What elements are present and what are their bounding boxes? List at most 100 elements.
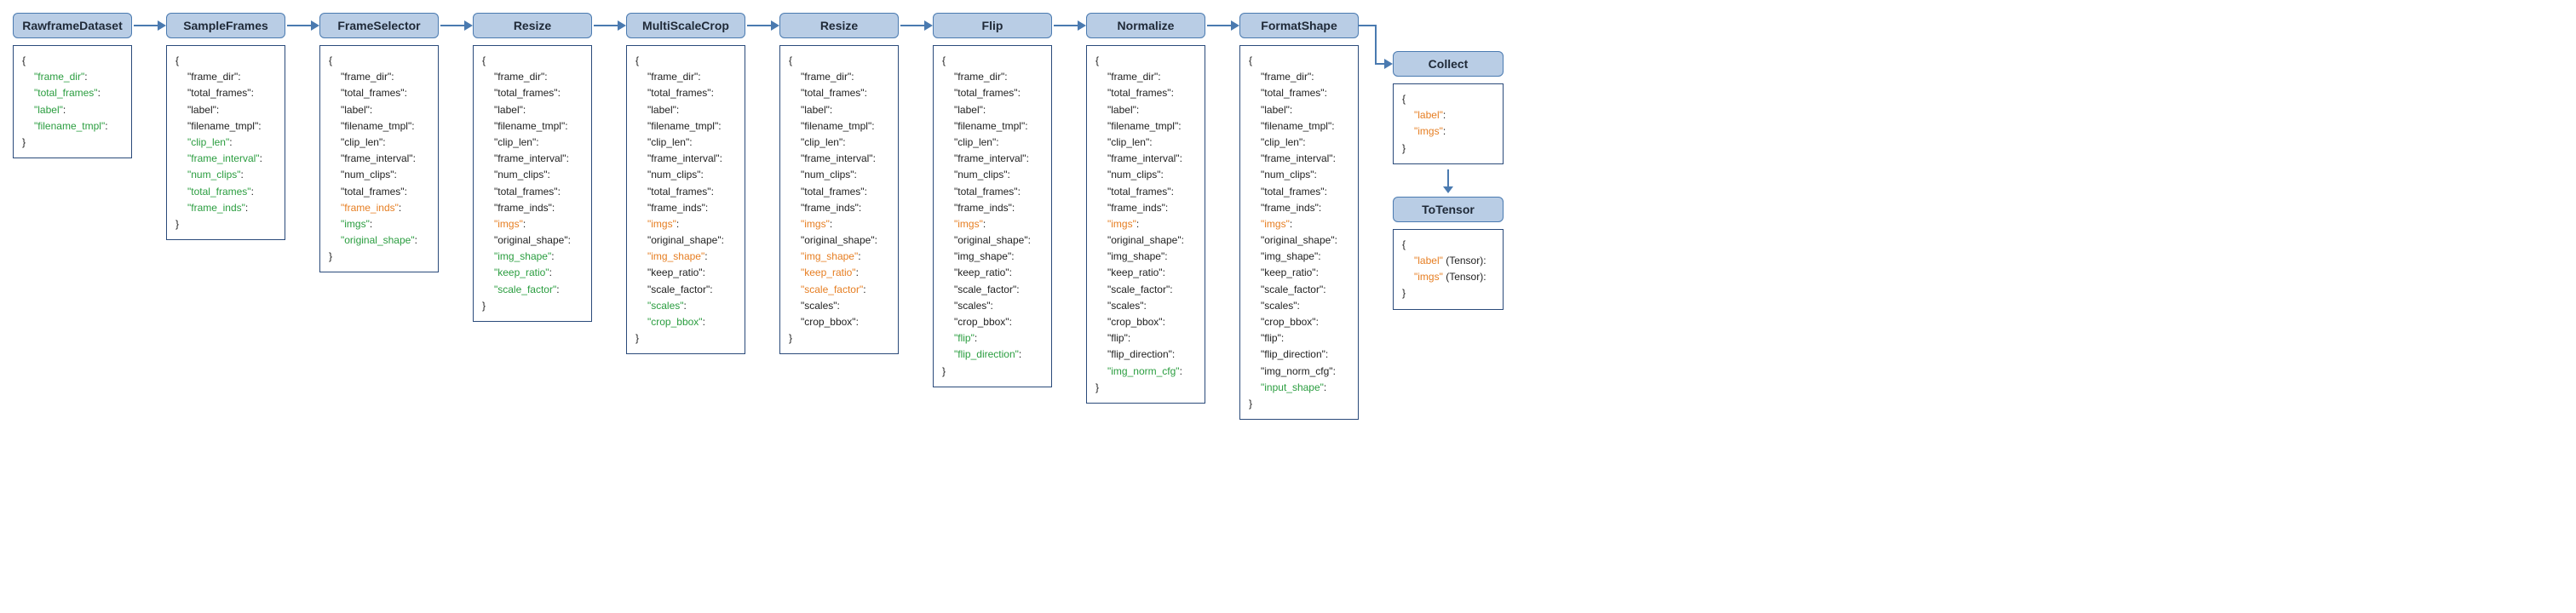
stage-rawframe: RawframeDataset {"frame_dir":"total_frame… [13, 13, 132, 158]
stage-normalize: Normalize{"frame_dir":"total_frames":"la… [1086, 13, 1205, 404]
key-normalize-flip_direction: "flip_direction": [1095, 347, 1196, 363]
key-sampleframes-clip_len: "clip_len": [175, 135, 276, 151]
key-resize1-total_frames: "total_frames": [482, 184, 583, 200]
key-normalize-scale_factor: "scale_factor": [1095, 282, 1196, 298]
key-resize2-num_clips: "num_clips": [789, 167, 889, 183]
key-rawframe-frame_dir: "frame_dir": [22, 69, 123, 85]
key-resize2-imgs: "imgs": [789, 216, 889, 232]
key-formatshape-clip_len: "clip_len": [1249, 135, 1349, 151]
key-normalize-total_frames: "total_frames": [1095, 184, 1196, 200]
stage-body-flip: {"frame_dir":"total_frames":"label":"fil… [933, 45, 1052, 387]
key-flip-frame_inds: "frame_inds": [942, 200, 1043, 216]
pipeline-row: RawframeDataset {"frame_dir":"total_frame… [13, 13, 2568, 420]
arrow-right-icon [592, 13, 626, 38]
key-normalize-original_shape: "original_shape": [1095, 232, 1196, 249]
key-multiscalecrop-original_shape: "original_shape": [635, 232, 736, 249]
key-sampleframes-total_frames: "total_frames": [175, 85, 276, 101]
key-frameselector-frame_interval: "frame_interval": [329, 151, 429, 167]
key-resize2-frame_inds: "frame_inds": [789, 200, 889, 216]
key-frameselector-frame_inds: "frame_inds": [329, 200, 429, 216]
key-resize1-img_shape: "img_shape": [482, 249, 583, 265]
key-normalize-total_frames: "total_frames": [1095, 85, 1196, 101]
key-resize2-label: "label": [789, 102, 889, 118]
key-resize2-frame_interval: "frame_interval": [789, 151, 889, 167]
key-multiscalecrop-frame_inds: "frame_inds": [635, 200, 736, 216]
key-collect-imgs: "imgs": [1402, 123, 1494, 140]
key-resize1-keep_ratio: "keep_ratio": [482, 265, 583, 281]
key-resize2-filename_tmpl: "filename_tmpl": [789, 118, 889, 135]
stage-body-sampleframes: {"frame_dir":"total_frames":"label":"fil… [166, 45, 285, 240]
arrow-right-icon [285, 13, 319, 38]
stage-sampleframes: SampleFrames {"frame_dir":"total_frames":… [166, 13, 285, 240]
key-multiscalecrop-scale_factor: "scale_factor": [635, 282, 736, 298]
key-resize2-img_shape: "img_shape": [789, 249, 889, 265]
key-flip-clip_len: "clip_len": [942, 135, 1043, 151]
key-normalize-label: "label": [1095, 102, 1196, 118]
key-formatshape-imgs: "imgs": [1249, 216, 1349, 232]
stage-header-totensor: ToTensor [1393, 197, 1504, 222]
key-resize1-frame_dir: "frame_dir": [482, 69, 583, 85]
key-multiscalecrop-filename_tmpl: "filename_tmpl": [635, 118, 736, 135]
key-frameselector-frame_dir: "frame_dir": [329, 69, 429, 85]
stage-body-resize1: {"frame_dir":"total_frames":"label":"fil… [473, 45, 592, 322]
key-formatshape-frame_dir: "frame_dir": [1249, 69, 1349, 85]
key-frameselector-label: "label": [329, 102, 429, 118]
key-totensor-imgs: "imgs" (Tensor): [1402, 269, 1494, 285]
key-sampleframes-num_clips: "num_clips": [175, 167, 276, 183]
key-normalize-frame_dir: "frame_dir": [1095, 69, 1196, 85]
key-resize1-scale_factor: "scale_factor": [482, 282, 583, 298]
key-normalize-filename_tmpl: "filename_tmpl": [1095, 118, 1196, 135]
key-sampleframes-frame_dir: "frame_dir": [175, 69, 276, 85]
key-multiscalecrop-img_shape: "img_shape": [635, 249, 736, 265]
key-multiscalecrop-imgs: "imgs": [635, 216, 736, 232]
key-resize2-frame_dir: "frame_dir": [789, 69, 889, 85]
key-multiscalecrop-total_frames: "total_frames": [635, 85, 736, 101]
key-flip-filename_tmpl: "filename_tmpl": [942, 118, 1043, 135]
key-flip-crop_bbox: "crop_bbox": [942, 314, 1043, 330]
key-resize1-frame_interval: "frame_interval": [482, 151, 583, 167]
key-formatshape-keep_ratio: "keep_ratio": [1249, 265, 1349, 281]
key-resize2-total_frames: "total_frames": [789, 85, 889, 101]
key-frameselector-num_clips: "num_clips": [329, 167, 429, 183]
key-resize2-crop_bbox: "crop_bbox": [789, 314, 889, 330]
key-formatshape-img_norm_cfg: "img_norm_cfg": [1249, 364, 1349, 380]
key-multiscalecrop-clip_len: "clip_len": [635, 135, 736, 151]
stage-totensor: ToTensor{"label" (Tensor):"imgs" (Tensor… [1393, 197, 1504, 310]
key-resize1-original_shape: "original_shape": [482, 232, 583, 249]
key-flip-scales: "scales": [942, 298, 1043, 314]
key-normalize-scales: "scales": [1095, 298, 1196, 314]
key-multiscalecrop-num_clips: "num_clips": [635, 167, 736, 183]
key-formatshape-frame_interval: "frame_interval": [1249, 151, 1349, 167]
key-formatshape-frame_inds: "frame_inds": [1249, 200, 1349, 216]
key-normalize-clip_len: "clip_len": [1095, 135, 1196, 151]
stage-header-multiscalecrop: MultiScaleCrop [626, 13, 745, 38]
key-flip-imgs: "imgs": [942, 216, 1043, 232]
key-formatshape-scales: "scales": [1249, 298, 1349, 314]
key-resize2-keep_ratio: "keep_ratio": [789, 265, 889, 281]
key-resize1-frame_inds: "frame_inds": [482, 200, 583, 216]
key-normalize-flip: "flip": [1095, 330, 1196, 347]
stage-formatshape: FormatShape{"frame_dir":"total_frames":"… [1239, 13, 1359, 420]
key-formatshape-original_shape: "original_shape": [1249, 232, 1349, 249]
key-multiscalecrop-label: "label": [635, 102, 736, 118]
key-resize2-total_frames: "total_frames": [789, 184, 889, 200]
key-resize1-filename_tmpl: "filename_tmpl": [482, 118, 583, 135]
arrow-down-icon [1393, 164, 1504, 197]
stage-body-normalize: {"frame_dir":"total_frames":"label":"fil… [1086, 45, 1205, 404]
arrow-right-icon [439, 13, 473, 38]
stage-resize1: Resize{"frame_dir":"total_frames":"label… [473, 13, 592, 322]
key-multiscalecrop-frame_interval: "frame_interval": [635, 151, 736, 167]
stage-body-rawframe: {"frame_dir":"total_frames":"label":"fil… [13, 45, 132, 158]
key-flip-keep_ratio: "keep_ratio": [942, 265, 1043, 281]
stage-header-rawframe: RawframeDataset [13, 13, 132, 38]
stage-header-sampleframes: SampleFrames [166, 13, 285, 38]
key-formatshape-img_shape: "img_shape": [1249, 249, 1349, 265]
key-normalize-imgs: "imgs": [1095, 216, 1196, 232]
stage-flip: Flip{"frame_dir":"total_frames":"label":… [933, 13, 1052, 387]
stage-multiscalecrop: MultiScaleCrop{"frame_dir":"total_frames… [626, 13, 745, 354]
key-frameselector-original_shape: "original_shape": [329, 232, 429, 249]
key-formatshape-num_clips: "num_clips": [1249, 167, 1349, 183]
key-formatshape-crop_bbox: "crop_bbox": [1249, 314, 1349, 330]
stage-header-resize1: Resize [473, 13, 592, 38]
key-flip-frame_interval: "frame_interval": [942, 151, 1043, 167]
